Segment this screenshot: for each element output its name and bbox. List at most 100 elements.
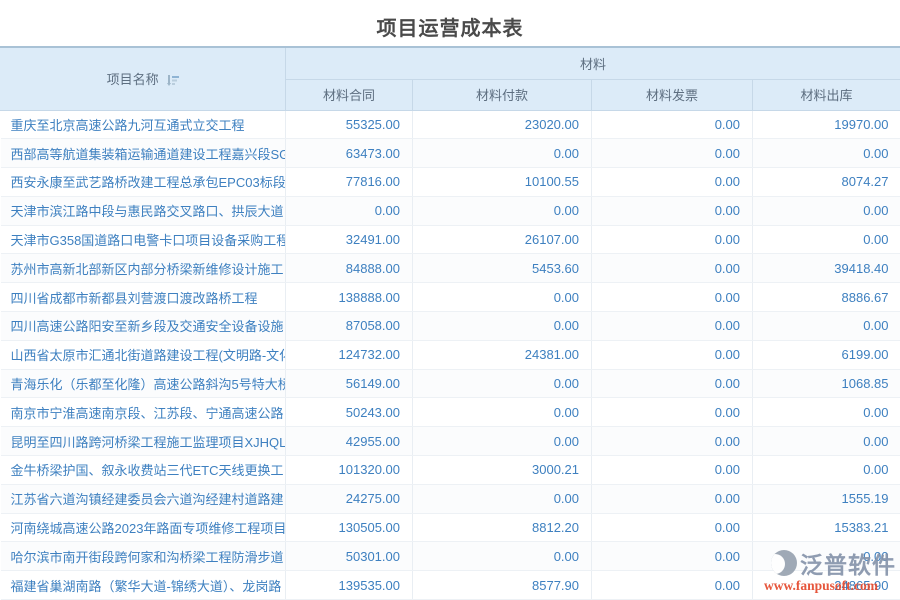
value-cell-contract: 0.00 [286,196,413,225]
value-cell-outbound: 0.00 [753,427,900,456]
value-cell-payment: 0.00 [413,312,592,341]
table-row: 哈尔滨市南开街段跨何家和沟桥梁工程防滑步道50301.000.000.000.0… [1,542,900,571]
value-cell-payment: 0.00 [413,196,592,225]
value-cell-payment: 0.00 [413,139,592,168]
value-cell-invoice: 0.00 [592,456,753,485]
value-cell-payment: 24381.00 [413,340,592,369]
table-row: 福建省巢湖南路（繁华大道-锦绣大道）、龙岗路139535.008577.900.… [1,571,900,600]
cost-table: 项目名称 材料 材料合同材料付款材料发票材料出库 重庆至北京高速公路九河互通 [0,46,900,600]
value-cell-contract: 101320.00 [286,456,413,485]
project-name-cell[interactable]: 天津市G358国道路口电警卡口项目设备采购工程 [1,225,286,254]
value-cell-outbound: 0.00 [753,312,900,341]
column-header-0: 材料合同 [286,79,413,110]
table-row: 重庆至北京高速公路九河互通式立交工程55325.0023020.000.0019… [1,110,900,139]
project-name-cell[interactable]: 四川高速公路阳安至新乡段及交通安全设备设施 [1,312,286,341]
value-cell-outbound: 0.00 [753,225,900,254]
page-title: 项目运营成本表 [0,0,900,46]
value-cell-invoice: 0.00 [592,484,753,513]
table-row: 西安永康至武艺路桥改建工程总承包EPC03标段77816.0010100.550… [1,168,900,197]
value-cell-invoice: 0.00 [592,340,753,369]
value-cell-contract: 138888.00 [286,283,413,312]
table-row: 河南绕城高速公路2023年路面专项维修工程项目130505.008812.200… [1,513,900,542]
value-cell-invoice: 0.00 [592,398,753,427]
table-row: 山西省太原市汇通北街道路建设工程(文明路-文化124732.0024381.00… [1,340,900,369]
value-cell-payment: 0.00 [413,427,592,456]
project-name-cell[interactable]: 哈尔滨市南开街段跨何家和沟桥梁工程防滑步道 [1,542,286,571]
value-cell-payment: 0.00 [413,484,592,513]
value-cell-contract: 130505.00 [286,513,413,542]
project-name-cell[interactable]: 西安永康至武艺路桥改建工程总承包EPC03标段 [1,168,286,197]
table-row: 西部高等航道集装箱运输通道建设工程嘉兴段SG63473.000.000.000.… [1,139,900,168]
column-group-header-material: 材料 [286,47,900,79]
value-cell-payment: 0.00 [413,542,592,571]
table-row: 天津市滨江路中段与惠民路交叉路口、拱辰大道0.000.000.000.00 [1,196,900,225]
value-cell-contract: 50301.00 [286,542,413,571]
value-cell-payment: 8812.20 [413,513,592,542]
value-cell-invoice: 0.00 [592,369,753,398]
value-cell-outbound: 19970.00 [753,110,900,139]
project-name-cell[interactable]: 河南绕城高速公路2023年路面专项维修工程项目 [1,513,286,542]
value-cell-payment: 0.00 [413,369,592,398]
project-name-cell[interactable]: 天津市滨江路中段与惠民路交叉路口、拱辰大道 [1,196,286,225]
value-cell-invoice: 0.00 [592,571,753,600]
value-cell-invoice: 0.00 [592,513,753,542]
project-name-cell[interactable]: 南京市宁淮高速南京段、江苏段、宁通高速公路 [1,398,286,427]
value-cell-invoice: 0.00 [592,283,753,312]
value-cell-outbound: 1555.19 [753,484,900,513]
value-cell-outbound: 6199.00 [753,340,900,369]
value-cell-outbound: 8886.67 [753,283,900,312]
table-row: 天津市G358国道路口电警卡口项目设备采购工程32491.0026107.000… [1,225,900,254]
table-header: 项目名称 材料 材料合同材料付款材料发票材料出库 [1,47,900,110]
value-cell-contract: 55325.00 [286,110,413,139]
project-name-header-label: 项目名称 [107,72,159,87]
value-cell-payment: 5453.60 [413,254,592,283]
project-name-cell[interactable]: 重庆至北京高速公路九河互通式立交工程 [1,110,286,139]
table-row: 青海乐化（乐都至化隆）高速公路斜沟5号特大桥56149.000.000.0010… [1,369,900,398]
column-header-1: 材料付款 [413,79,592,110]
value-cell-contract: 77816.00 [286,168,413,197]
table-row: 昆明至四川路跨河桥梁工程施工监理项目XJHQL42955.000.000.000… [1,427,900,456]
table-row: 南京市宁淮高速南京段、江苏段、宁通高速公路50243.000.000.000.0… [1,398,900,427]
value-cell-contract: 84888.00 [286,254,413,283]
column-header-3: 材料出库 [753,79,900,110]
value-cell-outbound: 0.00 [753,196,900,225]
value-cell-outbound: 0.00 [753,542,900,571]
value-cell-outbound: 0.00 [753,456,900,485]
project-name-cell[interactable]: 福建省巢湖南路（繁华大道-锦绣大道）、龙岗路 [1,571,286,600]
value-cell-outbound: 0.00 [753,398,900,427]
value-cell-invoice: 0.00 [592,312,753,341]
project-name-cell[interactable]: 山西省太原市汇通北街道路建设工程(文明路-文化 [1,340,286,369]
value-cell-outbound: 0.00 [753,139,900,168]
table-row: 江苏省六道沟镇经建委员会六道沟经建村道路建24275.000.000.00155… [1,484,900,513]
value-cell-contract: 56149.00 [286,369,413,398]
value-cell-outbound: 24865.90 [753,571,900,600]
value-cell-invoice: 0.00 [592,254,753,283]
project-name-cell[interactable]: 苏州市高新北部新区内部分桥梁新维修设计施工 [1,254,286,283]
table-row: 金牛桥梁护国、叙永收费站三代ETC天线更换工101320.003000.210.… [1,456,900,485]
table-body: 重庆至北京高速公路九河互通式立交工程55325.0023020.000.0019… [1,110,900,600]
value-cell-contract: 32491.00 [286,225,413,254]
value-cell-invoice: 0.00 [592,110,753,139]
project-name-cell[interactable]: 青海乐化（乐都至化隆）高速公路斜沟5号特大桥 [1,369,286,398]
project-name-cell[interactable]: 四川省成都市新都县刘营渡口渡改路桥工程 [1,283,286,312]
value-cell-outbound: 1068.85 [753,369,900,398]
value-cell-invoice: 0.00 [592,196,753,225]
value-cell-invoice: 0.00 [592,168,753,197]
value-cell-contract: 24275.00 [286,484,413,513]
value-cell-outbound: 8074.27 [753,168,900,197]
project-name-cell[interactable]: 江苏省六道沟镇经建委员会六道沟经建村道路建 [1,484,286,513]
table-row: 四川高速公路阳安至新乡段及交通安全设备设施87058.000.000.000.0… [1,312,900,341]
column-header-2: 材料发票 [592,79,753,110]
project-name-cell[interactable]: 西部高等航道集装箱运输通道建设工程嘉兴段SG [1,139,286,168]
value-cell-invoice: 0.00 [592,139,753,168]
value-cell-invoice: 0.00 [592,427,753,456]
sort-icon[interactable] [167,74,179,89]
column-header-project-name[interactable]: 项目名称 [1,47,286,110]
project-name-cell[interactable]: 金牛桥梁护国、叙永收费站三代ETC天线更换工 [1,456,286,485]
table-row: 四川省成都市新都县刘营渡口渡改路桥工程138888.000.000.008886… [1,283,900,312]
value-cell-contract: 63473.00 [286,139,413,168]
value-cell-outbound: 15383.21 [753,513,900,542]
value-cell-payment: 0.00 [413,283,592,312]
value-cell-invoice: 0.00 [592,542,753,571]
project-name-cell[interactable]: 昆明至四川路跨河桥梁工程施工监理项目XJHQL [1,427,286,456]
